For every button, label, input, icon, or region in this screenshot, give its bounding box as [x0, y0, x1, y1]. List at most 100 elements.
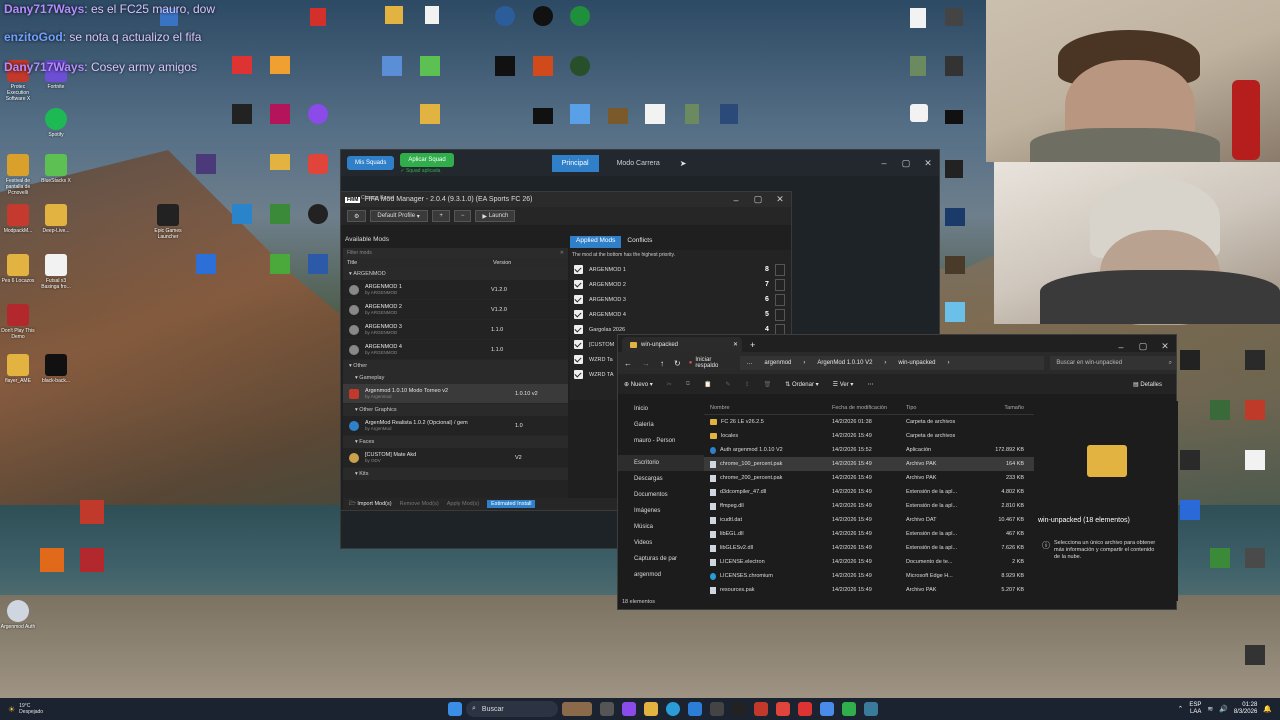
- app-icon[interactable]: [270, 56, 290, 74]
- checkbox[interactable]: [574, 370, 583, 379]
- tab-principal[interactable]: Principal: [551, 154, 599, 172]
- app-icon[interactable]: [270, 254, 290, 274]
- copy-icon[interactable]: ⧉: [686, 381, 690, 388]
- file-row[interactable]: resources.pak 14/2/2026 15:49 Archivo PAK 5…: [704, 583, 1034, 597]
- edge-icon[interactable]: [666, 702, 680, 716]
- mod-group-other[interactable]: ▾ Other: [343, 360, 568, 372]
- tab-conflicts[interactable]: Conflicts: [621, 236, 658, 248]
- app-icon[interactable]: [945, 56, 963, 76]
- file-row[interactable]: libEGL.dll 14/2/2026 15:49 Extensión de la…: [704, 527, 1034, 541]
- back-icon[interactable]: ←: [624, 359, 632, 368]
- desktop-icon[interactable]: Epic Games Launcher: [150, 204, 186, 240]
- app-icon[interactable]: [570, 6, 590, 26]
- nav-item-imagenes[interactable]: Imágenes: [618, 503, 704, 519]
- mod-group-faces[interactable]: ▾ Faces: [343, 436, 568, 448]
- applied-mod-row[interactable]: ARGENMOD 45: [570, 307, 791, 322]
- paste-icon[interactable]: 📋: [704, 381, 711, 388]
- close-icon[interactable]: ✕: [917, 158, 939, 169]
- brave-icon[interactable]: [308, 154, 328, 174]
- clock[interactable]: 01:28 8/3/2026: [1234, 702, 1257, 716]
- file-row[interactable]: icudtl.dat 14/2/2026 15:49 Archivo DAT 10.4…: [704, 513, 1034, 527]
- clear-icon[interactable]: ✕: [560, 250, 564, 256]
- apply-squad-button[interactable]: Aplicar Squad: [400, 152, 454, 167]
- breadcrumb[interactable]: … argenmod › ArgenMod 1.0.10 V2 › win-unpa…: [740, 356, 1045, 370]
- file-row[interactable]: LICENSES.chromium 14/2/2026 15:49 Microsof…: [704, 569, 1034, 583]
- applied-mod-row[interactable]: ARGENMOD 18: [570, 262, 791, 277]
- mod-group-gameplay[interactable]: ▾ Gameplay: [343, 372, 568, 384]
- app-icon[interactable]: [945, 160, 963, 178]
- mod-row[interactable]: ARGENMOD 2 by ARGENMOD V1.2.0: [343, 300, 568, 320]
- app-icon[interactable]: [1180, 350, 1200, 370]
- roblox-icon[interactable]: [196, 254, 216, 274]
- mod-group-argenmod[interactable]: ▾ ARGENMOD: [343, 268, 568, 280]
- minecraft-icon[interactable]: [270, 204, 290, 224]
- import-mods-button[interactable]: 🗁 Import Mod(s): [349, 500, 392, 509]
- tab-applied-mods[interactable]: Applied Mods: [570, 236, 622, 248]
- new-tab-icon[interactable]: +: [750, 340, 755, 350]
- send-icon[interactable]: ➤: [680, 159, 687, 168]
- reorder-handle[interactable]: [775, 308, 785, 321]
- file-row[interactable]: LICENSE.electron 14/2/2026 15:49 Documento…: [704, 555, 1034, 569]
- app-icon[interactable]: [842, 702, 856, 716]
- refresh-icon[interactable]: ↻: [674, 359, 681, 368]
- maximize-icon[interactable]: ▢: [895, 158, 917, 169]
- more-icon[interactable]: …: [746, 360, 752, 366]
- reorder-handle[interactable]: [775, 293, 785, 306]
- notification-icon[interactable]: 🔔: [1263, 705, 1272, 713]
- desktop-icon[interactable]: Pes 6 Locazos: [0, 254, 36, 284]
- app-icon[interactable]: [382, 56, 402, 76]
- pdf-icon[interactable]: [310, 8, 326, 26]
- app-icon[interactable]: [1245, 450, 1265, 470]
- file-row[interactable]: FC 26 LE v26.2.5 14/2/2026 01:38 Carpeta d…: [704, 415, 1034, 429]
- desktop-icon[interactable]: flayer_AME: [0, 354, 36, 384]
- app-icon[interactable]: [645, 104, 665, 124]
- app-icon[interactable]: [232, 104, 252, 124]
- mod-row[interactable]: ArgenMod Realista 1.0.2 (Opcional) / gem…: [343, 416, 568, 436]
- app-icon[interactable]: [495, 6, 515, 26]
- desktop-icon[interactable]: Argenmod Auth: [0, 600, 36, 630]
- start-icon[interactable]: [448, 702, 462, 716]
- folder-icon[interactable]: [385, 6, 403, 24]
- applied-mod-row[interactable]: ARGENMOD 36: [570, 292, 791, 307]
- nav-item-onedrive[interactable]: mauro - Person: [618, 433, 704, 449]
- folder-icon[interactable]: [270, 154, 290, 170]
- app-icon[interactable]: [622, 702, 636, 716]
- add-profile-button[interactable]: +: [432, 210, 450, 222]
- app-icon[interactable]: [40, 548, 64, 572]
- fmm-icon[interactable]: [710, 702, 724, 716]
- desktop-icon[interactable]: BlueStacks X: [38, 154, 74, 184]
- app-icon[interactable]: [1180, 500, 1200, 520]
- change-game-link[interactable]: Change Game: [361, 195, 394, 201]
- breadcrumb-item[interactable]: ArgenMod 1.0.10 V2: [817, 360, 872, 366]
- backup-button[interactable]: ● Iniciar respaldo: [689, 357, 735, 369]
- taskbar-search[interactable]: ⌕ Buscar: [466, 701, 558, 717]
- nav-item-argenmod[interactable]: argenmod: [618, 567, 704, 583]
- app-icon[interactable]: [945, 110, 963, 124]
- launch-button[interactable]: ▶ Launch: [475, 210, 516, 222]
- nav-item-escritorio[interactable]: Escritorio: [618, 455, 704, 471]
- app-icon[interactable]: [80, 500, 104, 524]
- remove-profile-button[interactable]: −: [453, 210, 472, 222]
- explorer-search-input[interactable]: Buscar en win-unpacked ⌕: [1050, 356, 1176, 370]
- app-icon[interactable]: [1245, 548, 1265, 568]
- mod-row[interactable]: ARGENMOD 1 by ARGENMOD V1.2.0: [343, 280, 568, 300]
- share-icon[interactable]: ⇪: [745, 381, 750, 388]
- desktop-icon[interactable]: ModpackM...: [0, 204, 36, 234]
- nav-item-descargas[interactable]: Descargas: [618, 471, 704, 487]
- app-icon[interactable]: [232, 204, 252, 224]
- minimize-icon[interactable]: –: [873, 158, 895, 168]
- desktop-icon[interactable]: black-back...: [38, 354, 74, 384]
- remove-mods-button[interactable]: Remove Mod(s): [400, 501, 439, 507]
- file-row[interactable]: chrome_200_percent.pak 14/2/2026 15:49 Arc…: [704, 471, 1034, 485]
- rename-icon[interactable]: ✎: [726, 381, 731, 388]
- mod-row[interactable]: ARGENMOD 4 by ARGENMOD 1.1.0: [343, 340, 568, 360]
- mod-group-other-graphics[interactable]: ▾ Other Graphics: [343, 404, 568, 416]
- up-icon[interactable]: ↑: [660, 359, 664, 368]
- weather-widget[interactable]: ☀ 19°C Despejado: [8, 703, 88, 715]
- checkbox[interactable]: [574, 325, 583, 334]
- app-icon[interactable]: [308, 254, 328, 274]
- apply-mods-button[interactable]: Apply Mod(s): [447, 501, 479, 507]
- app-icon[interactable]: [910, 56, 926, 76]
- minimize-icon[interactable]: –: [725, 195, 747, 205]
- tray-chevron-icon[interactable]: ⌃: [1177, 705, 1183, 713]
